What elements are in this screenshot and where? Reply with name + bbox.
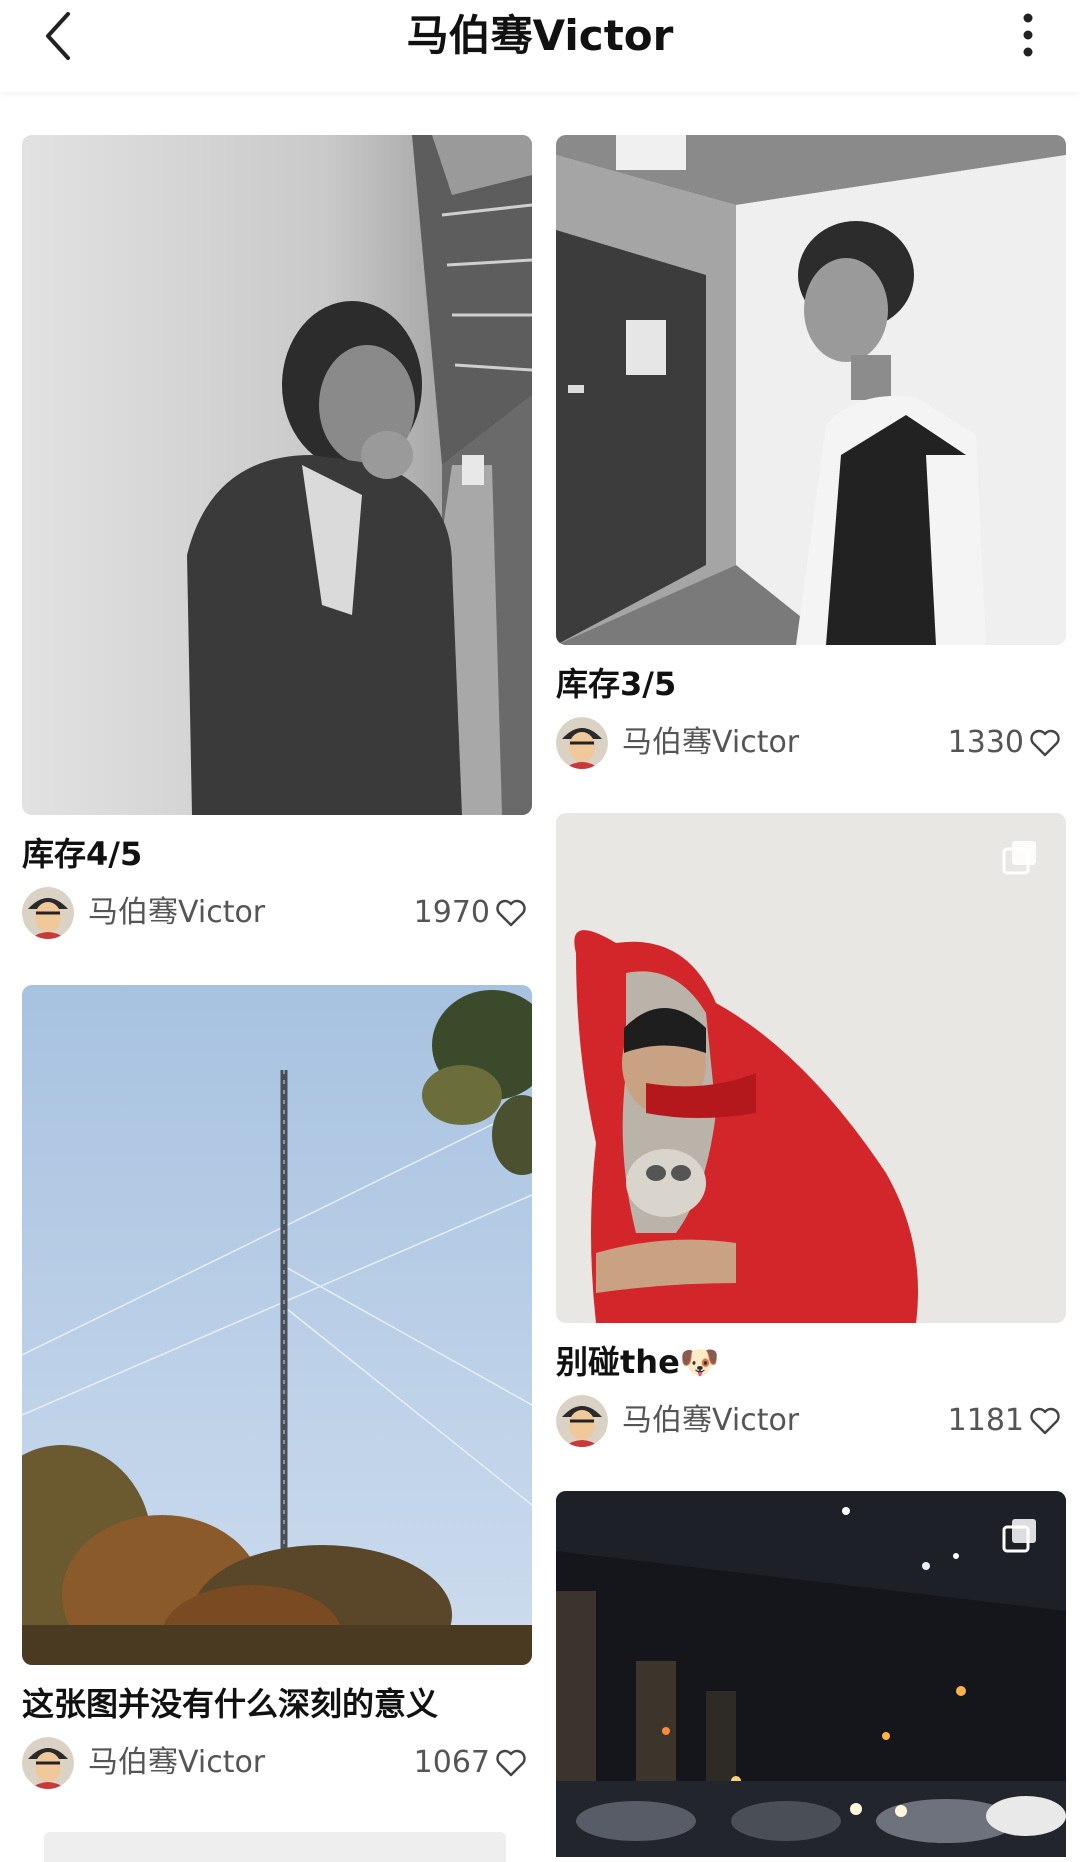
like-count: 1067 (413, 1745, 490, 1780)
post-card[interactable]: 库存4/5 马伯骞Victor 1970 (22, 135, 532, 943)
post-meta: 马伯骞Victor 1067 (22, 1737, 532, 1793)
post-title: 库存4/5 (22, 835, 143, 873)
heart-icon (1030, 729, 1060, 757)
post-meta: 马伯骞Victor 1181 (556, 1395, 1066, 1451)
page-title: 马伯骞Victor (406, 11, 674, 60)
like-count: 1970 (413, 895, 490, 930)
chevron-left-icon (46, 12, 70, 60)
like-count: 1181 (947, 1403, 1024, 1438)
more-vertical-icon (1023, 13, 1033, 57)
avatar[interactable] (556, 1395, 608, 1447)
post-image-partial[interactable] (44, 1832, 506, 1862)
author-name[interactable]: 马伯骞Victor (622, 723, 799, 763)
like-button[interactable]: 1181 (948, 1401, 1062, 1441)
post-image[interactable] (556, 813, 1066, 1323)
like-button[interactable]: 1970 (414, 893, 528, 933)
post-card[interactable]: 这张图并没有什么深刻的意义 马伯骞Victor 1067 (22, 985, 532, 1793)
multi-image-icon (1002, 1519, 1036, 1553)
heart-icon (496, 1749, 526, 1777)
post-meta: 马伯骞Victor 1330 (556, 717, 1066, 773)
back-button[interactable] (30, 6, 90, 66)
author-name[interactable]: 马伯骞Victor (88, 1743, 265, 1783)
multi-image-icon (1002, 841, 1036, 875)
post-meta: 马伯骞Victor 1970 (22, 887, 532, 943)
like-count: 1330 (947, 725, 1024, 760)
like-button[interactable]: 1330 (948, 723, 1062, 763)
post-image[interactable] (556, 1491, 1066, 1857)
post-title: 库存3/5 (556, 665, 677, 703)
post-image[interactable] (556, 135, 1066, 645)
author-name[interactable]: 马伯骞Victor (88, 893, 265, 933)
post-card[interactable] (556, 1491, 1066, 1857)
like-button[interactable]: 1067 (414, 1743, 528, 1783)
avatar[interactable] (556, 717, 608, 769)
post-card[interactable]: 别碰the🐶 马伯骞Victor 1181 (556, 813, 1066, 1451)
post-card[interactable]: 库存3/5 马伯骞Victor 1330 (556, 135, 1066, 773)
post-image[interactable] (22, 985, 532, 1665)
more-options-button[interactable] (1005, 10, 1051, 60)
heart-icon (1030, 1407, 1060, 1435)
heart-icon (496, 899, 526, 927)
post-title: 别碰the🐶 (556, 1343, 720, 1381)
post-title: 这张图并没有什么深刻的意义 (22, 1685, 439, 1723)
avatar[interactable] (22, 887, 74, 939)
post-image[interactable] (22, 135, 532, 815)
author-name[interactable]: 马伯骞Victor (622, 1401, 799, 1441)
avatar[interactable] (22, 1737, 74, 1789)
top-nav-bar: 马伯骞Victor (0, 0, 1080, 92)
